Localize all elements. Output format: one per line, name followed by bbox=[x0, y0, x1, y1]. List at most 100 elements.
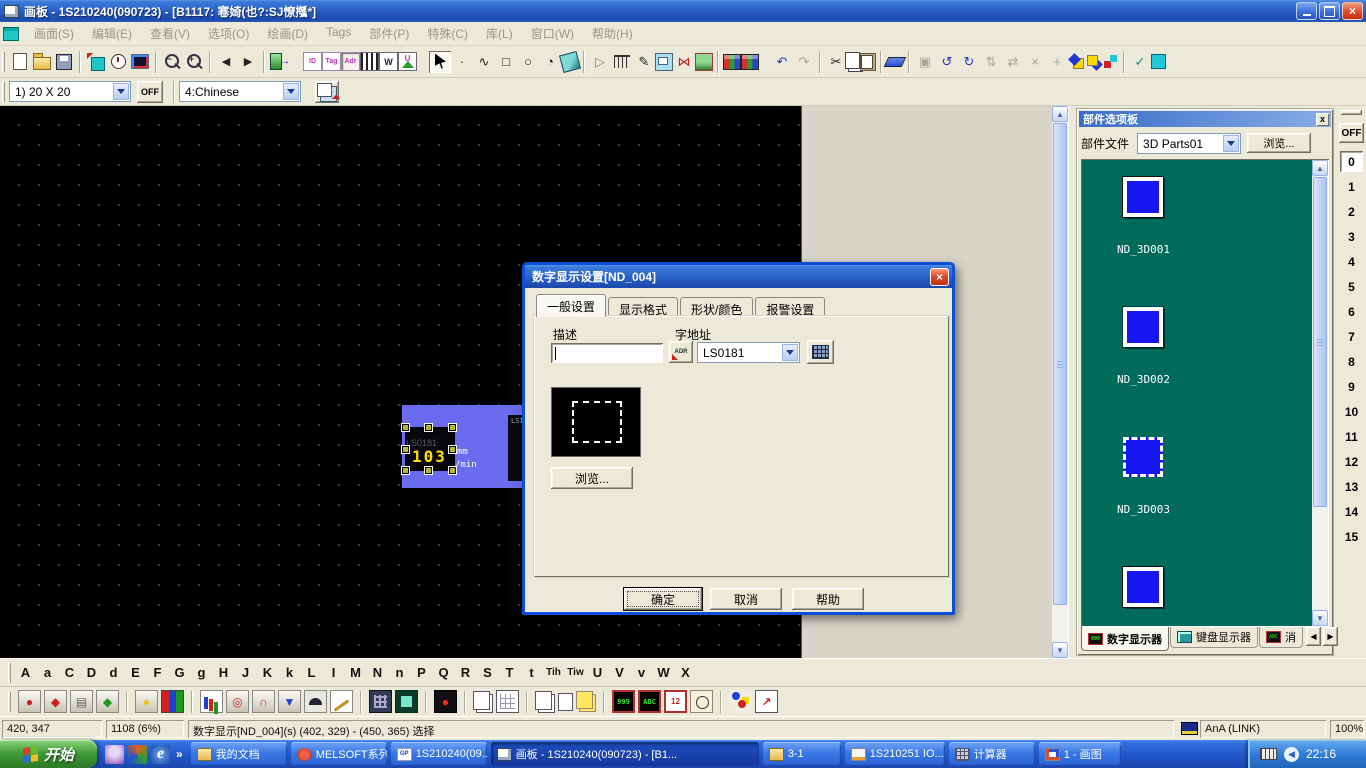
start-button[interactable]: 开始 bbox=[0, 740, 97, 768]
letter-button-P[interactable]: P bbox=[411, 662, 432, 684]
pen-tool-icon[interactable]: ✎ bbox=[633, 51, 655, 73]
task-button-5[interactable]: 3-1 bbox=[763, 742, 841, 766]
letter-button-N[interactable]: N bbox=[367, 662, 388, 684]
letter-button-S[interactable]: S bbox=[477, 662, 498, 684]
menu-item-8[interactable]: 特殊(C) bbox=[418, 22, 477, 45]
letter-button-J[interactable]: J bbox=[235, 662, 256, 684]
notes-icon[interactable] bbox=[576, 691, 593, 709]
address-list-icon[interactable]: Adr bbox=[341, 52, 360, 71]
selection-handle[interactable] bbox=[402, 424, 409, 431]
language-select[interactable]: 4:Chinese bbox=[179, 81, 301, 102]
color-select-icon[interactable] bbox=[1151, 54, 1166, 69]
description-input[interactable] bbox=[551, 343, 663, 363]
part-3d-box-alt-icon[interactable] bbox=[741, 54, 759, 70]
chevron-down-icon[interactable] bbox=[782, 344, 798, 361]
ellipse-tool-icon[interactable]: ○ bbox=[517, 51, 539, 73]
ok-button[interactable]: 确定 bbox=[624, 588, 702, 610]
erase-icon[interactable] bbox=[884, 57, 907, 67]
close-screen-icon[interactable] bbox=[269, 51, 291, 73]
rectangle-tool-icon[interactable]: □ bbox=[495, 51, 517, 73]
close-button[interactable]: × bbox=[1342, 2, 1363, 20]
state-button-0[interactable]: 0 bbox=[1340, 151, 1363, 172]
palette-item-ND_3D003[interactable]: ND_3D003 bbox=[1081, 437, 1307, 516]
scrollbar-thumb[interactable] bbox=[1313, 177, 1327, 507]
part-thumbnail[interactable] bbox=[1123, 307, 1163, 347]
palette-tab-numeric-display[interactable]: 999数字显示器 bbox=[1081, 627, 1169, 651]
quick-launch-more-icon[interactable]: » bbox=[176, 747, 183, 761]
screen-overlay-icon[interactable] bbox=[315, 81, 339, 103]
letter-button-A[interactable]: A bbox=[15, 662, 36, 684]
off-state-button[interactable]: OFF bbox=[137, 81, 163, 103]
menu-item-11[interactable]: 帮助(H) bbox=[583, 22, 642, 45]
menu-item-2[interactable]: 编辑(E) bbox=[83, 22, 141, 45]
letter-button-T[interactable]: T bbox=[499, 662, 520, 684]
parts-list[interactable]: ND_3D001ND_3D002ND_3D003 ▲ ▼ bbox=[1081, 159, 1329, 627]
next-screen-icon[interactable]: ▶ bbox=[237, 51, 259, 73]
timer-icon[interactable] bbox=[107, 51, 129, 73]
chevron-down-icon[interactable] bbox=[1223, 135, 1239, 152]
previous-screen-icon[interactable]: ◀ bbox=[215, 51, 237, 73]
canvas-vertical-scrollbar[interactable]: ▲ ▼ bbox=[1052, 106, 1068, 658]
tag-list-icon[interactable]: Tag bbox=[322, 52, 341, 71]
snap-grid-icon[interactable] bbox=[1102, 53, 1119, 70]
palette-tab-message-display[interactable]: ABC消 bbox=[1259, 627, 1303, 648]
cancel-button[interactable]: 取消 bbox=[710, 588, 782, 610]
menu-item-4[interactable]: 选项(O) bbox=[199, 22, 258, 45]
select-tool-icon[interactable] bbox=[429, 51, 451, 73]
tray-chevron-icon[interactable]: ◀ bbox=[1284, 747, 1299, 762]
minimize-button[interactable] bbox=[1296, 2, 1317, 20]
new-file-icon[interactable] bbox=[9, 51, 31, 73]
bar-graph-icon[interactable] bbox=[200, 690, 223, 713]
selection-handle[interactable] bbox=[402, 467, 409, 474]
part-3d-box-icon[interactable] bbox=[723, 54, 741, 70]
shape-browse-button[interactable]: 浏览... bbox=[551, 467, 633, 489]
dialog-close-icon[interactable]: × bbox=[930, 268, 949, 286]
document-copy-icon[interactable] bbox=[473, 691, 490, 710]
send-to-back-icon[interactable] bbox=[1085, 53, 1102, 70]
state-button-8[interactable]: 8 bbox=[1339, 349, 1364, 374]
zoom-out-icon[interactable]: − bbox=[161, 51, 183, 73]
task-button-3[interactable]: GP1S210240(09... bbox=[391, 742, 487, 766]
selection-handle[interactable] bbox=[449, 446, 456, 453]
menu-item-5[interactable]: 绘画(D) bbox=[258, 22, 317, 45]
partially-hidden-part[interactable]: LS1 bbox=[508, 415, 522, 481]
arc-tool-icon[interactable]: ◔ bbox=[539, 51, 561, 73]
toolbar-grip[interactable] bbox=[2, 82, 5, 102]
mdi-child-icon[interactable] bbox=[3, 27, 19, 41]
toolbar-grip[interactable] bbox=[8, 663, 11, 683]
lamp-set-icon[interactable] bbox=[161, 690, 184, 713]
pattern-list-icon[interactable] bbox=[360, 52, 379, 71]
state-button-12[interactable]: 12 bbox=[1339, 449, 1364, 474]
screen-preview-icon[interactable] bbox=[129, 51, 151, 73]
menu-item-3[interactable]: 查看(V) bbox=[141, 22, 199, 45]
letter-button-v[interactable]: v bbox=[631, 662, 652, 684]
chevron-down-icon[interactable] bbox=[283, 83, 299, 100]
letter-button-g[interactable]: g bbox=[191, 662, 212, 684]
palette-item[interactable] bbox=[1081, 567, 1307, 633]
bulb-icon[interactable]: ● bbox=[135, 690, 158, 713]
line-tool-icon[interactable]: ∿ bbox=[473, 51, 495, 73]
state-button-3[interactable]: 3 bbox=[1339, 224, 1364, 249]
task-button-6[interactable]: 1S210251 IO... bbox=[845, 742, 945, 766]
switch-diamond-icon[interactable]: ◆ bbox=[44, 690, 67, 713]
attribute-check-icon[interactable]: ✓ bbox=[1129, 51, 1151, 73]
letter-button-a[interactable]: a bbox=[37, 662, 58, 684]
bring-to-front-icon[interactable] bbox=[1068, 53, 1085, 70]
part-thumbnail[interactable] bbox=[1123, 567, 1163, 607]
trend-arrow-icon[interactable]: ↗ bbox=[755, 690, 778, 713]
maximize-button[interactable] bbox=[1319, 2, 1340, 20]
polygon-tool-icon[interactable]: ▷ bbox=[589, 51, 611, 73]
rotate-right-icon[interactable]: ↻ bbox=[958, 51, 980, 73]
menu-item-10[interactable]: 窗口(W) bbox=[522, 22, 583, 45]
palette-close-icon[interactable]: x bbox=[1316, 113, 1329, 126]
letter-button-H[interactable]: H bbox=[213, 662, 234, 684]
toolbar-grip[interactable] bbox=[8, 692, 11, 712]
numeric-display-part[interactable]: LS0181 103 bbox=[405, 427, 455, 471]
toolbar-grip[interactable] bbox=[2, 52, 5, 72]
task-button-4[interactable]: 画板 - 1S210240(090723) - [B1... bbox=[491, 742, 759, 766]
state-button-11[interactable]: 11 bbox=[1339, 424, 1364, 449]
internet-explorer-icon[interactable]: e bbox=[151, 745, 170, 764]
palette-item-ND_3D001[interactable]: ND_3D001 bbox=[1081, 177, 1307, 256]
scroll-up-icon[interactable]: ▲ bbox=[1312, 160, 1328, 176]
dialog-tab-形状/颜色[interactable]: 形状/颜色 bbox=[680, 297, 753, 317]
